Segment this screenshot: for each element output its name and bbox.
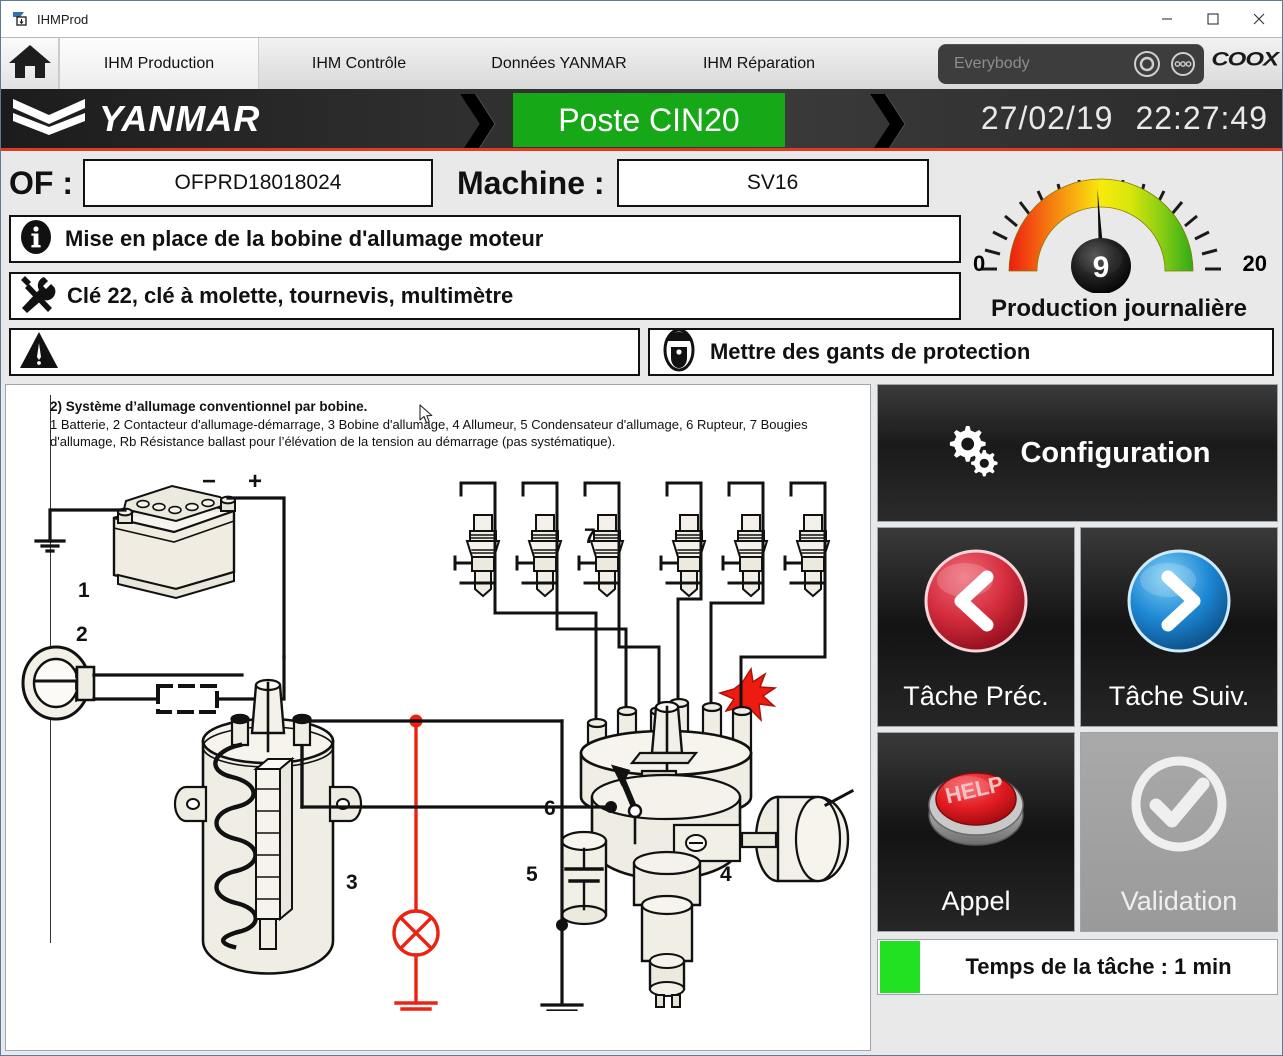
maximize-button[interactable] [1190,1,1236,37]
info-message-box: Mise en place de la bobine d'allumage mo… [9,215,961,263]
yanmar-banner: YANMAR ❯ Poste CIN20 ❯ 27/02/19 22:27:49 [1,89,1282,151]
previous-task-label: Tâche Préc. [903,681,1049,712]
tab-label: IHM Réparation [703,55,815,73]
next-task-label: Tâche Suiv. [1109,681,1250,712]
ignition-system-diagram: 1 2 3 4 5 6 7 − + [6,471,871,1011]
tab-label: IHM Contrôle [312,55,406,73]
title-bar: IHMProd [1,1,1282,37]
app-window-icon [11,10,29,28]
gauge-min-label: 0 [973,251,985,277]
call-button[interactable]: HELP Appel [877,732,1075,932]
time-label: 22:27:49 [1135,100,1268,137]
next-task-button[interactable]: Tâche Suiv. [1080,527,1278,727]
task-time-bar: Temps de la tâche : 1 min [877,939,1278,995]
configuration-label: Configuration [1020,437,1210,470]
tab-ihm-controle[interactable]: IHM Contrôle [259,38,459,89]
instruction-document-panel[interactable]: 2) Système d’allumage conventionnel par … [5,384,871,1051]
tools-message-box: Clé 22, clé à molette, tournevis, multim… [9,272,961,320]
tab-donnees-yanmar[interactable]: Données YANMAR [459,38,659,89]
document-text-block: 2) Système d’allumage conventionnel par … [50,399,840,450]
minimize-button[interactable] [1144,1,1190,37]
yanmar-logo: YANMAR [1,95,260,142]
gauge-value: 9 [1093,251,1110,284]
callout-1: 1 [78,579,90,602]
of-value: OFPRD18018024 [175,171,342,195]
document-heading: 2) Système d’allumage conventionnel par … [50,399,840,416]
callout-7: 7 [584,525,596,548]
tools-message-text: Clé 22, clé à molette, tournevis, multim… [67,283,513,309]
validation-label: Validation [1121,886,1238,917]
production-gauge: 9 0 20 Production journalière [960,153,1278,335]
gauge-dial: 9 0 20 [969,153,1269,293]
window-controls [1144,1,1282,37]
close-button[interactable] [1236,1,1282,37]
help-push-button-icon: HELP [917,751,1035,860]
chevron-right-circle-icon [1124,546,1234,661]
document-paragraph: 1 Batterie, 2 Contacteur d'allumage-déma… [50,416,840,450]
tab-label: IHM Production [104,55,214,73]
machine-label: Machine : [433,165,617,202]
callout-4: 4 [720,863,732,886]
warning-box [9,328,640,376]
ppe-text: Mettre des gants de protection [710,339,1030,365]
callout-2: 2 [76,623,88,646]
ppe-box: Mettre des gants de protection [648,328,1274,376]
user-selector[interactable]: Everybody [938,44,1204,84]
date-label: 27/02/19 [981,100,1114,137]
home-button[interactable] [1,38,59,89]
action-panel: Configuration [877,384,1278,1051]
warning-triangle-icon [17,329,61,376]
coox-brand-logo: COOX [1211,49,1278,72]
info-message-text: Mise en place de la bobine d'allumage mo… [65,226,543,252]
battery-plus-label: + [248,471,262,495]
gauge-max-label: 20 [1243,251,1267,277]
previous-task-button[interactable]: Tâche Préc. [877,527,1075,727]
validation-button[interactable]: Validation [1080,732,1278,932]
of-value-field[interactable]: OFPRD18018024 [83,159,433,207]
datetime-display: 27/02/19 22:27:49 [981,100,1268,137]
target-ring-icon[interactable] [1132,49,1162,79]
tab-ihm-production[interactable]: IHM Production [59,38,259,89]
callout-5: 5 [526,863,538,886]
machine-value: SV16 [747,171,798,195]
callout-6: 6 [544,797,556,820]
keypad-icon[interactable] [1168,49,1198,79]
tab-label: Données YANMAR [491,55,626,73]
app-window: IHMProd IHM Production IHM [0,0,1283,1056]
wrench-screwdriver-icon [17,273,57,320]
battery-minus-label: − [202,471,216,495]
machine-value-field[interactable]: SV16 [617,159,929,207]
task-nav-row: Tâche Préc. [877,527,1278,727]
gauge-title: Production journalière [991,295,1247,323]
content-area: 2) Système d’allumage conventionnel par … [1,382,1282,1055]
yanmar-chevron-logo [11,95,87,142]
tab-bar: IHM Production IHM Contrôle Données YANM… [1,37,1282,89]
gears-icon [944,420,1006,487]
configuration-button[interactable]: Configuration [877,384,1278,522]
call-validate-row: HELP Appel Validation [877,732,1278,932]
task-time-status-swatch [880,941,920,993]
check-circle-icon [1126,751,1232,862]
app-title: IHMProd [37,12,88,27]
chevron-left-circle-icon [921,546,1031,661]
mouse-cursor [419,404,435,431]
station-label: Poste CIN20 [558,102,739,139]
home-icon [7,41,53,86]
station-badge: Poste CIN20 [513,93,785,147]
call-label: Appel [941,886,1010,917]
of-label: OF : [9,165,83,202]
task-time-text: Temps de la tâche : 1 min [920,954,1277,980]
info-icon [17,218,55,261]
info-region: OF : OFPRD18018024 Machine : SV16 [1,151,1282,382]
callout-3: 3 [346,871,358,894]
tab-ihm-reparation[interactable]: IHM Réparation [659,38,859,89]
user-name-label: Everybody [938,55,1132,73]
yanmar-wordmark: YANMAR [99,98,260,140]
protective-gloves-icon [656,328,702,377]
